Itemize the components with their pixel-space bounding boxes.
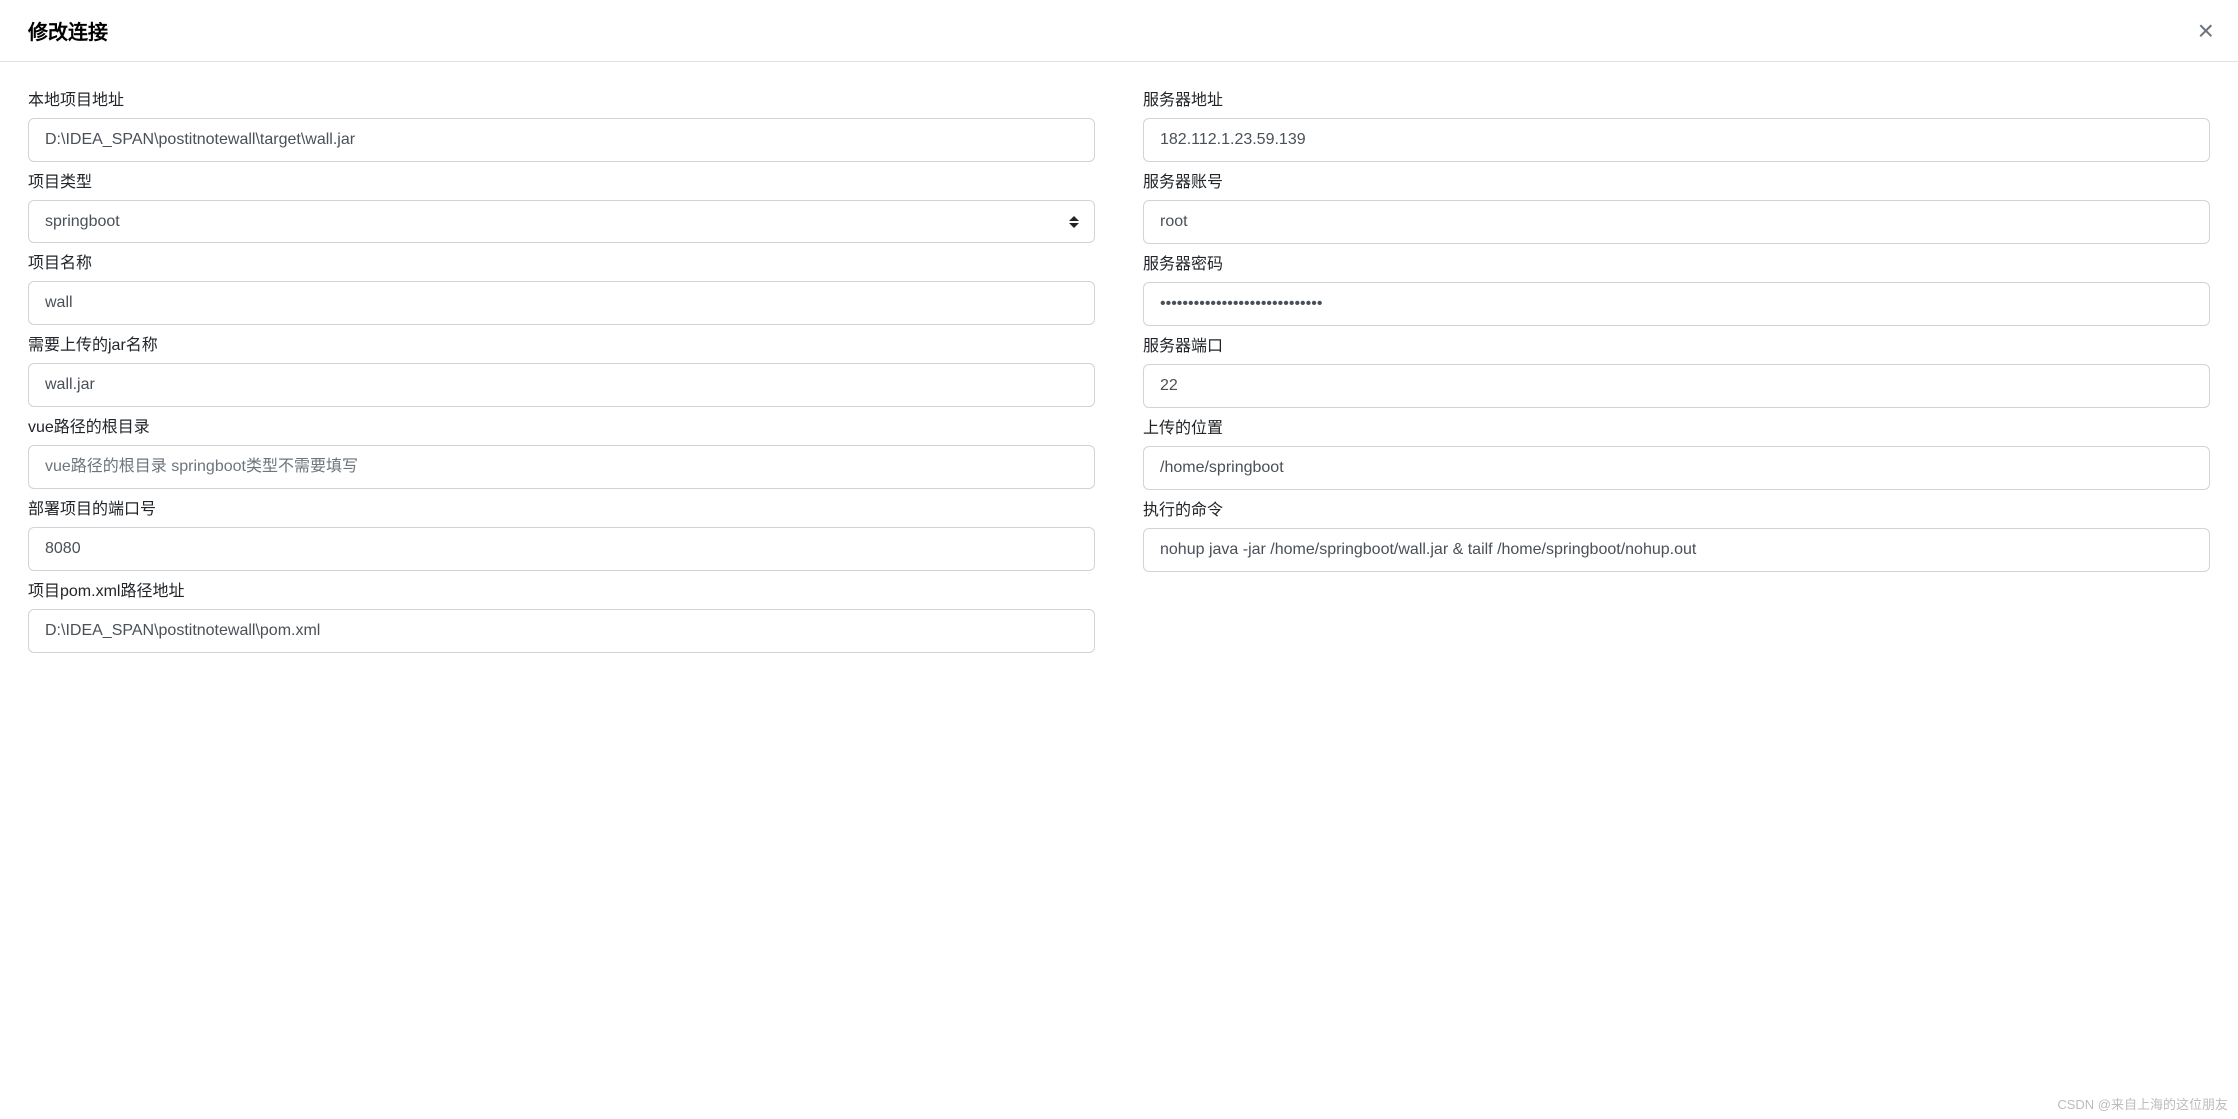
select-project-type[interactable]: springboot bbox=[28, 200, 1095, 243]
field-server-user: 服务器账号 bbox=[1143, 168, 2210, 244]
label-project-name: 项目名称 bbox=[28, 249, 1095, 273]
field-server-addr: 服务器地址 bbox=[1143, 86, 2210, 162]
input-local-path[interactable] bbox=[28, 118, 1095, 162]
input-server-addr[interactable] bbox=[1143, 118, 2210, 162]
modal-header: 修改连接 × bbox=[0, 0, 2238, 62]
label-local-path: 本地项目地址 bbox=[28, 86, 1095, 110]
field-pom-path: 项目pom.xml路径地址 bbox=[28, 577, 1095, 653]
field-server-port: 服务器端口 bbox=[1143, 332, 2210, 408]
label-upload-path: 上传的位置 bbox=[1143, 414, 2210, 438]
watermark: CSDN @来自上海的这位朋友 bbox=[2057, 1094, 2228, 1113]
modal-body: 本地项目地址 项目类型 springboot 项目名称 bbox=[0, 62, 2238, 677]
input-pom-path[interactable] bbox=[28, 609, 1095, 653]
input-server-user[interactable] bbox=[1143, 200, 2210, 244]
label-exec-cmd: 执行的命令 bbox=[1143, 496, 2210, 520]
input-project-name[interactable] bbox=[28, 281, 1095, 325]
field-vue-root: vue路径的根目录 bbox=[28, 413, 1095, 489]
label-vue-root: vue路径的根目录 bbox=[28, 413, 1095, 437]
field-project-type: 项目类型 springboot bbox=[28, 168, 1095, 243]
input-upload-path[interactable] bbox=[1143, 446, 2210, 490]
label-pom-path: 项目pom.xml路径地址 bbox=[28, 577, 1095, 601]
label-server-password: 服务器密码 bbox=[1143, 250, 2210, 274]
field-deploy-port: 部署项目的端口号 bbox=[28, 495, 1095, 571]
input-server-port[interactable] bbox=[1143, 364, 2210, 408]
input-server-password[interactable] bbox=[1143, 282, 2210, 326]
close-button[interactable]: × bbox=[2198, 17, 2214, 45]
field-upload-path: 上传的位置 bbox=[1143, 414, 2210, 490]
input-deploy-port[interactable] bbox=[28, 527, 1095, 571]
select-wrapper-project-type: springboot bbox=[28, 200, 1095, 243]
field-project-name: 项目名称 bbox=[28, 249, 1095, 325]
field-local-path: 本地项目地址 bbox=[28, 86, 1095, 162]
label-project-type: 项目类型 bbox=[28, 168, 1095, 192]
label-server-addr: 服务器地址 bbox=[1143, 86, 2210, 110]
label-server-port: 服务器端口 bbox=[1143, 332, 2210, 356]
input-jar-name[interactable] bbox=[28, 363, 1095, 407]
form-col-left: 本地项目地址 项目类型 springboot 项目名称 bbox=[28, 86, 1095, 653]
label-deploy-port: 部署项目的端口号 bbox=[28, 495, 1095, 519]
field-server-password: 服务器密码 bbox=[1143, 250, 2210, 326]
label-server-user: 服务器账号 bbox=[1143, 168, 2210, 192]
form-row: 本地项目地址 项目类型 springboot 项目名称 bbox=[28, 86, 2210, 653]
field-exec-cmd: 执行的命令 bbox=[1143, 496, 2210, 572]
field-jar-name: 需要上传的jar名称 bbox=[28, 331, 1095, 407]
input-exec-cmd[interactable] bbox=[1143, 528, 2210, 572]
modal-title: 修改连接 bbox=[28, 16, 108, 45]
label-jar-name: 需要上传的jar名称 bbox=[28, 331, 1095, 355]
input-vue-root[interactable] bbox=[28, 445, 1095, 489]
close-icon: × bbox=[2198, 15, 2214, 46]
form-col-right: 服务器地址 服务器账号 服务器密码 服务器端口 上传的位置 执行的命令 bbox=[1143, 86, 2210, 653]
